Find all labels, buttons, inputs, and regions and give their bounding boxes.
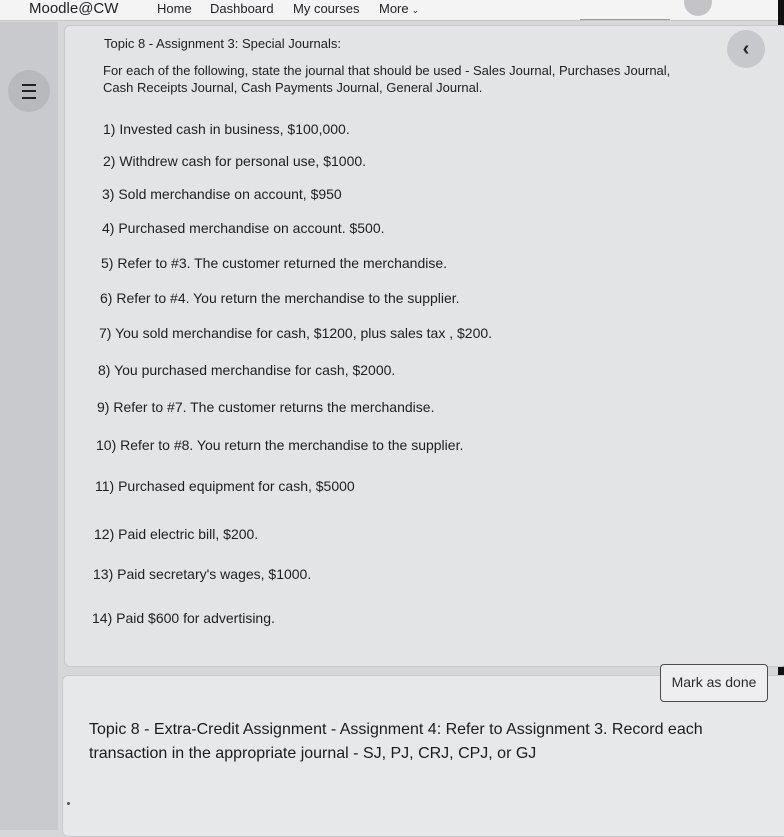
nav-divider xyxy=(580,19,670,20)
course-index-drawer xyxy=(0,22,58,830)
list-item: 14) Paid $600 for advertising. xyxy=(92,610,275,626)
site-brand[interactable]: Moodle@CW xyxy=(29,0,118,18)
nav-home-link[interactable]: Home xyxy=(157,0,192,18)
assignment-title: Topic 8 - Assignment 3: Special Journals… xyxy=(104,36,342,51)
list-item: 8) You purchased merchandise for cash, $… xyxy=(98,362,396,378)
chevron-left-icon: ‹ xyxy=(742,37,750,60)
list-item: 7) You sold merchandise for cash, $1200,… xyxy=(99,325,493,341)
list-item: 6) Refer to #4. You return the merchandi… xyxy=(100,290,460,306)
list-item: 4) Purchased merchandise on account. $50… xyxy=(102,220,385,236)
collapse-button[interactable]: ‹ xyxy=(727,30,765,68)
assignment-instructions: For each of the following, state the jou… xyxy=(103,63,671,95)
list-item: 13) Paid secretary's wages, $1000. xyxy=(93,566,312,582)
nav-more-menu[interactable]: More ⌄ xyxy=(379,0,419,19)
chevron-down-icon: ⌄ xyxy=(411,5,420,15)
top-navbar: Moodle@CW Home Dashboard My courses More… xyxy=(0,0,784,21)
nav-my-courses-link[interactable]: My courses xyxy=(293,0,359,18)
list-item: 1) Invested cash in business, $100,000. xyxy=(103,121,350,137)
list-item: 2) Withdrew cash for personal use, $1000… xyxy=(103,153,367,169)
menu-icon xyxy=(22,83,36,99)
list-item: 3) Sold merchandise on account, $950 xyxy=(102,186,342,202)
list-item: 12) Paid electric bill, $200. xyxy=(94,526,259,542)
user-avatar[interactable] xyxy=(684,0,712,16)
extra-credit-link[interactable]: Topic 8 - Extra-Credit Assignment - Assi… xyxy=(89,718,729,766)
mark-as-done-button[interactable]: Mark as done xyxy=(660,664,768,702)
drawer-toggle-button[interactable] xyxy=(8,70,50,112)
list-item: 9) Refer to #7. The customer returns the… xyxy=(97,399,435,415)
bullet-dot xyxy=(67,802,70,805)
list-item: 5) Refer to #3. The customer returned th… xyxy=(101,255,448,271)
list-item: 10) Refer to #8. You return the merchand… xyxy=(96,437,464,453)
nav-dashboard-link[interactable]: Dashboard xyxy=(210,0,274,18)
list-item: 11) Purchased equipment for cash, $5000 xyxy=(95,478,355,494)
nav-more-label: More xyxy=(379,1,409,16)
